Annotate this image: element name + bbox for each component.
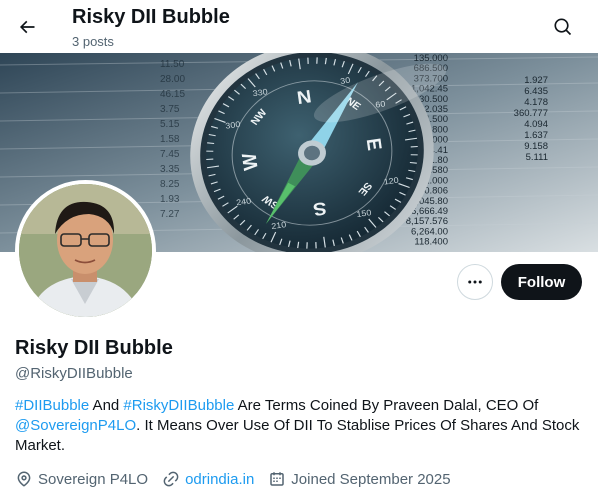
- avatar[interactable]: [15, 180, 156, 321]
- location-pin-icon: [17, 471, 31, 487]
- header-title: Risky DII Bubble: [72, 6, 230, 28]
- search-icon: [554, 18, 572, 36]
- calendar-icon: [270, 472, 285, 486]
- stock-number: 4.178: [524, 97, 548, 108]
- more-options-button[interactable]: [457, 264, 493, 300]
- website-item[interactable]: odrindia.in: [162, 470, 254, 488]
- stock-number: 11.50: [160, 59, 185, 70]
- follow-button[interactable]: Follow: [501, 264, 582, 300]
- compass-letter: N: [296, 87, 313, 109]
- profile-bio: #DIIBubble And #RiskyDIIBubble Are Terms…: [15, 396, 583, 456]
- bio-text: And: [89, 397, 124, 414]
- stock-number: 3.75: [160, 104, 180, 115]
- bio-text: Are Terms Coined By Praveen Dalal, CEO O…: [234, 397, 539, 414]
- stock-number: 1.93: [160, 194, 180, 205]
- stock-number: 5.15: [160, 119, 180, 130]
- post-count: 3 posts: [72, 34, 114, 49]
- stock-number: 4.094: [524, 119, 548, 130]
- compass-degree: 30: [340, 75, 351, 86]
- compass-letter: W: [239, 152, 263, 172]
- stock-number: 3.35: [160, 164, 180, 175]
- website-link[interactable]: odrindia.in: [185, 471, 254, 488]
- stock-number: 28.00: [160, 74, 185, 85]
- location-item: Sovereign P4LO: [15, 470, 148, 488]
- joined-date: Joined September 2025: [291, 470, 451, 488]
- stock-number: 5.111: [526, 152, 548, 163]
- stock-number: 9.158: [524, 141, 548, 152]
- compass-letter: S: [312, 197, 328, 219]
- mention-link-sovereignp4lo[interactable]: @SovereignP4LO: [15, 417, 136, 434]
- stock-number: 360.777: [514, 108, 548, 119]
- stock-number: 7.27: [160, 209, 180, 220]
- stock-number: 1.58: [160, 134, 180, 145]
- stock-number: 1.637: [524, 130, 548, 141]
- hashtag-link-diibubble[interactable]: #DIIBubble: [15, 397, 89, 414]
- stock-number: 6.435: [524, 86, 548, 97]
- more-horizontal-icon: [468, 280, 482, 284]
- link-icon: [163, 471, 179, 487]
- search-button[interactable]: [546, 10, 580, 44]
- stock-number: 118.400: [414, 237, 448, 248]
- display-name: Risky DII Bubble: [15, 337, 173, 359]
- arrow-left-icon: [19, 20, 35, 34]
- joined-item: Joined September 2025: [268, 470, 451, 488]
- profile-header-bar: Risky DII Bubble 3 posts: [0, 0, 598, 53]
- location-text: Sovereign P4LO: [38, 470, 149, 488]
- user-handle: @RiskyDIIBubble: [15, 365, 133, 382]
- profile-meta: Sovereign P4LO odrindia.in Joined Septem…: [15, 468, 465, 490]
- back-button[interactable]: [10, 10, 44, 44]
- hashtag-link-riskydiibubble[interactable]: #RiskyDIIBubble: [123, 397, 234, 414]
- stock-number: 46.15: [160, 89, 185, 100]
- stock-number: 8.25: [160, 179, 180, 190]
- stock-number: 1.927: [524, 75, 548, 86]
- stock-number: 7.45: [160, 149, 180, 160]
- avatar-photo: [19, 184, 152, 317]
